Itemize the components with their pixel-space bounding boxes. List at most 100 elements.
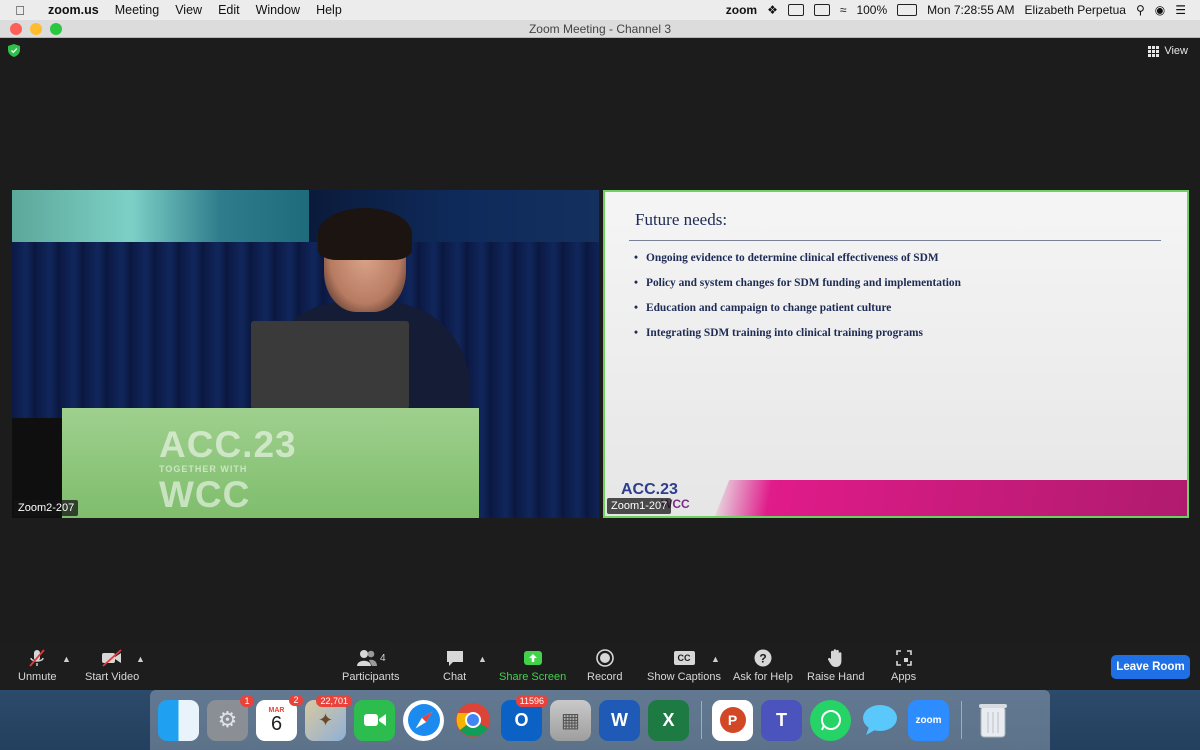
captions-options-caret[interactable]: ▲	[711, 654, 720, 664]
video-off-icon	[101, 648, 123, 668]
view-button[interactable]: View	[1148, 45, 1188, 57]
chat-options-caret[interactable]: ▲	[478, 654, 487, 664]
raise-hand-icon	[825, 648, 847, 668]
apple-icon[interactable]: 	[0, 3, 40, 18]
participants-icon: 4	[351, 648, 391, 668]
safari-icon[interactable]	[403, 699, 444, 741]
leave-room-button[interactable]: Leave Room	[1111, 655, 1190, 679]
record-button[interactable]: Record	[587, 648, 622, 683]
video-options-caret[interactable]: ▲	[136, 654, 145, 664]
participant-name-tag: Zoom1-207	[607, 498, 672, 514]
dock-separator	[701, 701, 702, 739]
powerpoint-icon[interactable]: P	[712, 699, 753, 741]
meeting-area: View ACC.23 TOGETHER WITH WCC Zoom2-207 …	[0, 38, 1200, 642]
record-icon	[594, 648, 616, 668]
closed-captions-icon: CC	[673, 648, 695, 668]
speaker-hair	[318, 208, 412, 260]
menu-window[interactable]: Window	[248, 3, 308, 17]
video-tile-slides[interactable]: Future needs: Ongoing evidence to determ…	[603, 190, 1189, 518]
outlook-badge: 11596	[515, 694, 548, 707]
system-preferences-badge: 1	[240, 694, 254, 707]
show-captions-button[interactable]: CC Show Captions	[647, 648, 721, 683]
chat-button[interactable]: Chat	[443, 648, 466, 683]
teams-icon[interactable]: T	[761, 699, 802, 741]
unmute-button[interactable]: Unmute	[18, 648, 57, 683]
word-icon[interactable]: W	[599, 699, 640, 741]
battery-icon[interactable]	[897, 4, 918, 16]
finder-icon[interactable]	[158, 699, 199, 741]
menu-view[interactable]: View	[167, 3, 210, 17]
laptop	[251, 321, 409, 409]
outlook-icon[interactable]: O 11596	[501, 694, 548, 741]
apps-button[interactable]: Apps	[891, 648, 916, 683]
menu-meeting[interactable]: Meeting	[107, 3, 167, 17]
view-label: View	[1164, 45, 1188, 57]
siri-icon[interactable]: ◉	[1155, 3, 1165, 17]
window-title: Zoom Meeting - Channel 3	[528, 21, 672, 36]
menu-help[interactable]: Help	[308, 3, 350, 17]
stage-screen	[12, 190, 309, 242]
slide-bullet: Education and campaign to change patient…	[634, 302, 961, 314]
battery-percent: 100%	[856, 3, 888, 17]
spotlight-icon[interactable]: ⚲	[1136, 3, 1145, 17]
calendar-icon[interactable]: MAR 6 2	[256, 694, 303, 741]
svg-text:?: ?	[759, 652, 766, 666]
mail-icon[interactable]: ✦ 22,701	[305, 694, 352, 741]
close-window-button[interactable]	[10, 22, 22, 35]
clock[interactable]: Mon 7:28:55 AM	[927, 3, 1014, 17]
window-title-bar: Zoom Meeting - Channel 3	[0, 20, 1200, 38]
question-mark-icon: ?	[752, 648, 774, 668]
dock: ⚙ 1 MAR 6 2 ✦ 22,701 O 11596 ▦ W X P T z…	[150, 690, 1050, 750]
status-area: zoom ❖ ≈ 100% Mon 7:28:55 AM Elizabeth P…	[726, 3, 1200, 17]
calculator-icon[interactable]: ▦	[550, 699, 591, 741]
meeting-toolbar: Unmute ▲ Start Video ▲ 4 Participants Ch…	[0, 642, 1200, 690]
zoom-window-button[interactable]	[50, 22, 62, 35]
whatsapp-icon[interactable]	[810, 699, 851, 741]
system-preferences-icon[interactable]: ⚙ 1	[207, 694, 254, 741]
slide-bullet: Policy and system changes for SDM fundin…	[634, 277, 961, 289]
ask-for-help-button[interactable]: ? Ask for Help	[733, 648, 793, 683]
user-name[interactable]: Elizabeth Perpetua	[1025, 3, 1126, 17]
wifi-icon[interactable]: ≈	[840, 3, 847, 17]
calendar-badge: 2	[289, 694, 303, 706]
excel-icon[interactable]: X	[648, 699, 689, 741]
facetime-icon[interactable]	[354, 699, 395, 741]
zoom-app-icon[interactable]: zoom	[908, 699, 949, 741]
dock-separator	[961, 701, 962, 739]
control-center-icon[interactable]: ☰	[1175, 3, 1186, 17]
participants-count: 4	[379, 652, 386, 664]
slide-bullets: Ongoing evidence to determine clinical e…	[634, 252, 961, 352]
trash-icon[interactable]	[972, 700, 1013, 741]
menu-edit[interactable]: Edit	[210, 3, 248, 17]
slide-bullet: Ongoing evidence to determine clinical e…	[634, 252, 961, 264]
participants-button[interactable]: 4 Participants	[342, 648, 399, 683]
video-tile-speaker[interactable]: ACC.23 TOGETHER WITH WCC Zoom2-207	[12, 190, 599, 518]
menu-bar:  zoom.us Meeting View Edit Window Help …	[0, 0, 1200, 20]
mail-badge: 22,701	[316, 694, 352, 707]
microphone-muted-icon	[26, 648, 48, 668]
chrome-icon[interactable]	[452, 700, 493, 741]
messages-icon[interactable]	[859, 700, 900, 741]
dropbox-icon[interactable]: ❖	[767, 3, 778, 17]
start-video-button[interactable]: Start Video	[85, 648, 139, 683]
audio-options-caret[interactable]: ▲	[62, 654, 71, 664]
participant-name-tag: Zoom2-207	[14, 500, 79, 516]
raise-hand-button[interactable]: Raise Hand	[807, 648, 864, 683]
zoom-status-item[interactable]: zoom	[726, 3, 757, 17]
menu-app-name[interactable]: zoom.us	[40, 3, 107, 17]
slide-divider	[629, 240, 1161, 241]
podium-logo: ACC.23 TOGETHER WITH WCC	[159, 424, 297, 515]
grid-view-icon	[1148, 45, 1160, 57]
presentation-slide: Future needs: Ongoing evidence to determ…	[605, 192, 1187, 516]
slide-title: Future needs:	[635, 210, 728, 229]
minimize-window-button[interactable]	[30, 22, 42, 35]
airplay-icon[interactable]	[787, 4, 804, 16]
window-controls	[0, 22, 62, 35]
slide-bullet: Integrating SDM training into clinical t…	[634, 327, 961, 339]
chat-bubble-icon	[444, 648, 466, 668]
apps-icon	[893, 648, 915, 668]
share-screen-button[interactable]: Share Screen	[499, 648, 566, 683]
slide-footer-band	[715, 480, 1187, 516]
encryption-shield-icon[interactable]	[8, 44, 20, 57]
display-icon[interactable]	[813, 4, 830, 16]
